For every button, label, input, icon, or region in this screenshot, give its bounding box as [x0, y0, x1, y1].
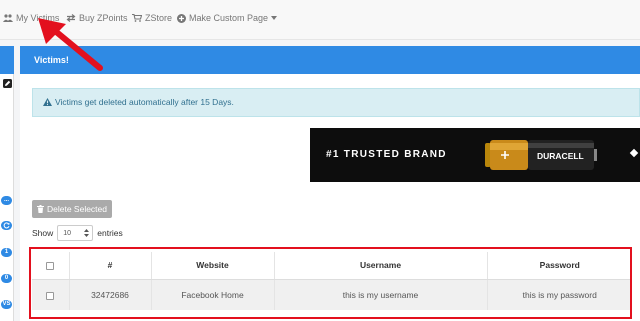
- nav-make-custom-page[interactable]: Make Custom Page: [177, 13, 278, 23]
- cell-username: this is my username: [274, 279, 488, 310]
- nav-my-victims-label: My Victims: [16, 13, 60, 23]
- delete-selected-label: Delete Selected: [46, 204, 107, 214]
- sidebar-badge[interactable]: ...: [1, 196, 12, 205]
- entries-select-value: 10: [63, 229, 72, 237]
- column-header-id[interactable]: #: [69, 252, 152, 280]
- sidebar-refresh-badge[interactable]: [1, 221, 12, 230]
- select-all-checkbox[interactable]: [46, 262, 55, 270]
- alert-text: Victims get deleted automatically after …: [55, 97, 234, 107]
- sidebar: ... 1 0 VS: [0, 46, 14, 321]
- table-header-row: # Website Username Password: [32, 252, 632, 280]
- cell-id: 32472686: [69, 279, 152, 310]
- cell-password: this is my password: [487, 279, 632, 310]
- sidebar-badge[interactable]: 0: [1, 274, 12, 283]
- nav-buy-zpoints[interactable]: Buy ZPoints: [66, 13, 128, 23]
- sidebar-header: [0, 46, 14, 74]
- show-label: Show: [32, 228, 54, 238]
- refresh-icon: [3, 222, 10, 229]
- select-arrows-icon: [84, 229, 90, 237]
- top-navbar: My Victims Buy ZPoints ZStore Make Custo…: [0, 0, 640, 40]
- ad-marker-icon: [629, 148, 639, 158]
- panel-title: Victims!: [34, 55, 69, 65]
- nav-zstore-label: ZStore: [145, 13, 173, 23]
- caret-down-icon: [271, 16, 278, 20]
- column-header-username[interactable]: Username: [274, 252, 488, 280]
- trash-icon: [36, 205, 44, 213]
- edit-icon[interactable]: [3, 79, 12, 88]
- victims-table: # Website Username Password 32472686 Fac…: [32, 252, 632, 310]
- cell-website: Facebook Home: [151, 279, 275, 310]
- nav-zstore[interactable]: ZStore: [132, 13, 172, 23]
- nav-make-custom-page-label: Make Custom Page: [189, 13, 269, 23]
- table-row: 32472686 Facebook Home this is my userna…: [32, 279, 632, 310]
- column-header-website[interactable]: Website: [151, 252, 275, 280]
- entries-label: entries: [97, 228, 123, 238]
- plus-circle-icon: [177, 13, 186, 23]
- ad-text: #1 TRUSTED BRAND: [326, 149, 447, 160]
- row-checkbox[interactable]: [46, 291, 55, 300]
- battery-image: DURACELL: [485, 140, 597, 170]
- nav-my-victims[interactable]: My Victims: [3, 13, 59, 23]
- delete-selected-button[interactable]: Delete Selected: [32, 200, 112, 218]
- cart-icon: [132, 14, 142, 22]
- info-alert: Victims get deleted automatically after …: [32, 88, 640, 117]
- sidebar-badge[interactable]: 1: [1, 248, 12, 257]
- warning-icon: [43, 98, 52, 106]
- panel-heading: Victims!: [20, 46, 640, 74]
- column-header-password[interactable]: Password: [487, 252, 632, 280]
- entries-select[interactable]: 10: [57, 225, 94, 241]
- sidebar-badge[interactable]: VS: [1, 300, 12, 309]
- nav-buy-zpoints-label: Buy ZPoints: [79, 13, 128, 23]
- exchange-icon: [66, 14, 76, 22]
- ad-brand: DURACELL: [537, 151, 584, 161]
- row-select-cell: [32, 279, 70, 310]
- select-all-cell: [32, 252, 70, 280]
- entries-length-control: Show 10 entries: [32, 225, 123, 241]
- users-icon: [3, 14, 13, 22]
- ad-banner[interactable]: #1 TRUSTED BRAND DURACELL: [310, 128, 640, 182]
